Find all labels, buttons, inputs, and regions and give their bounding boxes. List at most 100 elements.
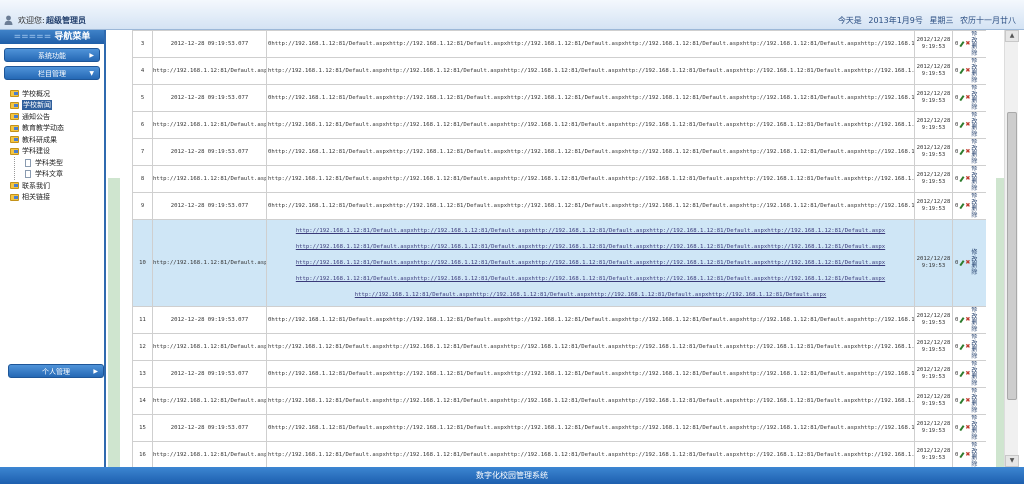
delete-icon[interactable]: ✖	[965, 452, 970, 458]
edit-icon[interactable]	[959, 149, 964, 155]
edit-icon[interactable]	[959, 122, 964, 128]
date-display: 今天是 2013年1月9号 星期三 农历十一月廿八	[834, 15, 1016, 26]
row-url-text: 0http://192.168.1.12:81/Default.aspxhttp…	[266, 414, 915, 442]
edit-icon[interactable]	[959, 398, 964, 404]
edit-icon[interactable]	[959, 95, 964, 101]
edit-delete-links[interactable]: 修改删除	[971, 167, 979, 192]
url-link[interactable]: http://192.168.1.12:81/Default.aspxhttp:…	[268, 255, 914, 271]
tree-item-label: 学科建设	[22, 147, 50, 156]
header-dashes-left: =====	[13, 32, 52, 42]
edit-delete-links[interactable]: 修改删除	[971, 389, 979, 414]
edit-icon[interactable]	[959, 68, 964, 74]
edit-delete-links[interactable]: 修改删除	[971, 362, 979, 387]
edit-icon[interactable]	[959, 344, 964, 350]
edit-delete-links[interactable]: 修改删除	[971, 249, 979, 276]
row-number: 9	[132, 192, 153, 220]
tree-item-label: 学科文章	[35, 170, 63, 179]
tree-item-notices[interactable]: 通知公告	[10, 111, 104, 123]
sidebar: ===== 导航菜单 ===== 系统功能 ▶ 栏目管理 ▼ 学校概况 学校新闻…	[0, 30, 106, 467]
tree-item-related-links[interactable]: 相关链接	[10, 192, 104, 204]
folder-icon	[10, 193, 19, 201]
edit-delete-links[interactable]: 修改删除	[971, 140, 979, 165]
tree-item-contact-us[interactable]: 联系我们	[10, 180, 104, 192]
delete-icon[interactable]: ✖	[965, 344, 970, 350]
row-col2: 2012-12-28 09:19:53.077	[152, 306, 267, 334]
delete-icon[interactable]: ✖	[965, 425, 970, 431]
delete-icon[interactable]: ✖	[965, 260, 970, 266]
row-url-text: http://192.168.1.12:81/Default.aspxhttp:…	[266, 333, 915, 361]
delete-icon[interactable]: ✖	[965, 68, 970, 74]
table-row: 14 http://192.168.1.12:81/Default.aspx htt…	[132, 387, 986, 415]
row-col2: http://192.168.1.12:81/Default.aspx	[152, 333, 267, 361]
row-url-text: http://192.168.1.12:81/Default.aspxhttp:…	[266, 111, 915, 139]
table-row: 7 2012-12-28 09:19:53.077 0http://192.168.…	[132, 138, 986, 166]
edit-delete-links[interactable]: 修改删除	[971, 59, 979, 84]
tree-item-school-overview[interactable]: 学校概况	[10, 88, 104, 100]
row-number: 3	[132, 30, 153, 58]
actions-cell: 0 ✖ 修改删除	[952, 165, 986, 193]
zero-count: 0	[955, 203, 959, 209]
url-link[interactable]: http://192.168.1.12:81/Default.aspxhttp:…	[268, 239, 914, 255]
vertical-scrollbar[interactable]: ▲ ▼	[1004, 30, 1019, 467]
table-row-selected[interactable]: 10 http://192.168.1.12:81/Default.aspx htt…	[132, 219, 986, 307]
zero-count: 0	[955, 68, 959, 74]
tree-item-discipline-building[interactable]: 学科建设	[10, 146, 104, 158]
edit-icon[interactable]	[959, 203, 964, 209]
scroll-up-icon[interactable]: ▲	[1005, 30, 1019, 42]
delete-icon[interactable]: ✖	[965, 122, 970, 128]
tree-item-teaching-news[interactable]: 教育教学动态	[10, 123, 104, 135]
edit-icon[interactable]	[959, 452, 964, 458]
tree-item-discipline-type[interactable]: 学科类型	[15, 157, 104, 169]
delete-icon[interactable]: ✖	[965, 149, 970, 155]
edit-icon[interactable]	[959, 41, 964, 47]
row-number: 11	[132, 306, 153, 334]
zero-count: 0	[955, 122, 959, 128]
actions-cell: 0 ✖ 修改删除	[952, 57, 986, 85]
edit-delete-links[interactable]: 修改删除	[971, 32, 979, 57]
tree-item-school-news[interactable]: 学校新闻	[10, 100, 104, 112]
delete-icon[interactable]: ✖	[965, 371, 970, 377]
delete-icon[interactable]: ✖	[965, 41, 970, 47]
edit-icon[interactable]	[959, 371, 964, 377]
row-col2: http://192.168.1.12:81/Default.aspx	[152, 165, 267, 193]
edit-delete-links[interactable]: 修改删除	[971, 113, 979, 138]
tree-item-discipline-articles[interactable]: 学科文章	[15, 169, 104, 181]
edit-delete-links[interactable]: 修改删除	[971, 416, 979, 441]
edit-delete-links[interactable]: 修改删除	[971, 308, 979, 333]
side-strip-left	[108, 178, 120, 467]
edit-icon[interactable]	[959, 260, 964, 266]
edit-icon[interactable]	[959, 317, 964, 323]
edit-delete-links[interactable]: 修改删除	[971, 86, 979, 111]
column-management-button[interactable]: 栏目管理 ▼	[4, 66, 100, 80]
chevron-down-icon: ▼	[89, 70, 94, 77]
app-window: 欢迎您: 超级管理员 今天是 2013年1月9号 星期三 农历十一月廿八 ===…	[0, 0, 1024, 484]
edit-icon[interactable]	[959, 425, 964, 431]
system-function-button[interactable]: 系统功能 ▶	[4, 48, 100, 62]
zero-count: 0	[955, 317, 959, 323]
edit-delete-links[interactable]: 修改删除	[971, 443, 979, 468]
actions-cell: 0 ✖ 修改删除	[952, 387, 986, 415]
row-number: 12	[132, 333, 153, 361]
delete-icon[interactable]: ✖	[965, 95, 970, 101]
document-icon	[25, 170, 31, 179]
url-link[interactable]: http://192.168.1.12:81/Default.aspxhttp:…	[268, 287, 914, 303]
tree-item-research-results[interactable]: 教科研成果	[10, 134, 104, 146]
tree-item-label: 学校新闻	[22, 100, 52, 111]
zero-count: 0	[955, 452, 959, 458]
row-date: 2012/12/28 9:19:53	[914, 219, 953, 307]
edit-delete-links[interactable]: 修改删除	[971, 194, 979, 219]
date-text: 2013年1月9号	[868, 16, 923, 25]
edit-icon[interactable]	[959, 176, 964, 182]
personal-management-button[interactable]: 个人管理 ▶	[8, 364, 104, 378]
scroll-down-icon[interactable]: ▼	[1005, 455, 1019, 467]
edit-delete-links[interactable]: 修改删除	[971, 335, 979, 360]
url-link[interactable]: http://192.168.1.12:81/Default.aspxhttp:…	[268, 223, 914, 239]
delete-icon[interactable]: ✖	[965, 176, 970, 182]
url-link[interactable]: http://192.168.1.12:81/Default.aspxhttp:…	[268, 271, 914, 287]
delete-icon[interactable]: ✖	[965, 317, 970, 323]
delete-icon[interactable]: ✖	[965, 203, 970, 209]
actions-cell: 0 ✖ 修改删除	[952, 138, 986, 166]
folder-icon	[10, 101, 19, 109]
scrollbar-thumb[interactable]	[1007, 112, 1017, 400]
delete-icon[interactable]: ✖	[965, 398, 970, 404]
